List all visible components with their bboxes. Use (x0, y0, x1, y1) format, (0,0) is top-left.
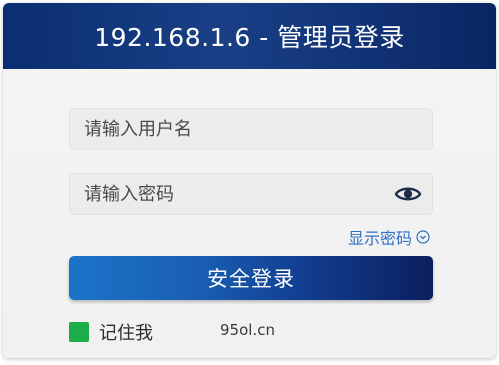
password-input[interactable] (84, 174, 384, 214)
username-input[interactable] (84, 109, 384, 149)
show-password-link[interactable]: 显示密码 (348, 225, 430, 249)
page-title: 192.168.1.6 - 管理员登录 (94, 23, 405, 52)
password-field-container (69, 173, 433, 215)
remember-me-toggle[interactable]: 记住我 (69, 319, 153, 345)
login-button[interactable]: 安全登录 (69, 256, 433, 300)
remember-me-checkbox[interactable] (69, 322, 89, 342)
watermark-text: 95ol.cn (220, 321, 275, 339)
username-field-container (69, 108, 433, 150)
show-password-label: 显示密码 (347, 229, 412, 248)
login-header: 192.168.1.6 - 管理员登录 (3, 3, 496, 69)
eye-icon[interactable] (394, 184, 422, 204)
remember-me-label: 记住我 (99, 323, 153, 344)
login-card: 192.168.1.6 - 管理员登录 显示密码 安全登录 记住我 95ol.c… (3, 3, 496, 358)
circle-chevron-down-icon (416, 230, 430, 244)
